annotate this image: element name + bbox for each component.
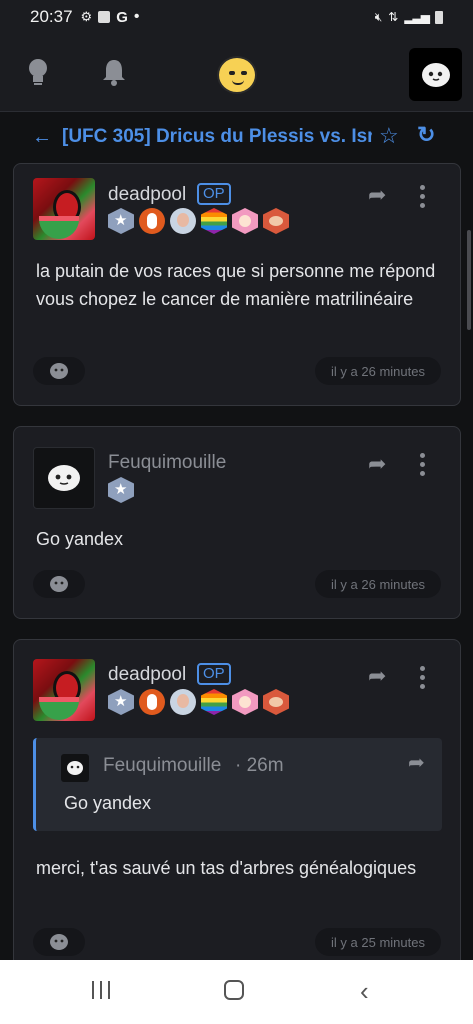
scrollbar[interactable] bbox=[467, 230, 471, 330]
reaction-button[interactable] bbox=[33, 570, 85, 598]
chicken-badge[interactable] bbox=[139, 689, 165, 715]
rainbow-badge[interactable] bbox=[201, 208, 227, 234]
more-options-icon[interactable] bbox=[420, 666, 426, 693]
post-content: Go yandex bbox=[36, 529, 124, 549]
bell-icon[interactable] bbox=[101, 58, 127, 91]
post-card: Feuquimouille ➦ Go yandex il y a 26 minu… bbox=[13, 426, 461, 619]
quote-text: Go yandex bbox=[64, 793, 152, 813]
more-options-icon[interactable] bbox=[420, 185, 426, 212]
rainbow-badge[interactable] bbox=[201, 689, 227, 715]
share-icon[interactable]: ➦ bbox=[368, 663, 386, 689]
post-content: la putain de vos races que si personne m… bbox=[36, 261, 436, 309]
avatar[interactable] bbox=[33, 659, 95, 721]
google-icon: G bbox=[116, 8, 128, 26]
post-timestamp: il y a 26 minutes bbox=[315, 357, 441, 385]
post-timestamp: il y a 25 minutes bbox=[315, 928, 441, 956]
system-nav-bar: ‹ bbox=[0, 960, 473, 1024]
old-man-badge[interactable] bbox=[170, 689, 196, 715]
face-badge[interactable] bbox=[263, 208, 289, 234]
quote-time: · 26m bbox=[235, 755, 284, 776]
share-icon[interactable]: ➦ bbox=[368, 451, 386, 477]
quoted-reply[interactable]: Feuquimouille · 26m ➦ Go yandex bbox=[33, 738, 442, 831]
signal-icon: ▂▃▅ bbox=[404, 10, 430, 24]
post-content: merci, t'as sauvé un tas d'arbres généal… bbox=[36, 858, 417, 878]
back-button[interactable]: ‹ bbox=[360, 976, 369, 1007]
face-badge[interactable] bbox=[263, 689, 289, 715]
status-bar: 20:37 ⚙ G • 🔇︎ ⇅ ▂▃▅ bbox=[0, 0, 473, 34]
home-button[interactable] bbox=[224, 980, 244, 1000]
refresh-icon[interactable]: ↻ bbox=[417, 122, 435, 148]
avatar[interactable] bbox=[33, 178, 95, 240]
share-icon[interactable]: ➦ bbox=[368, 182, 386, 208]
back-arrow-icon[interactable]: ← bbox=[32, 126, 52, 149]
gear-icon: ⚙ bbox=[80, 9, 93, 24]
chicken-badge[interactable] bbox=[139, 208, 165, 234]
battery-icon bbox=[435, 10, 443, 24]
dot-icon: • bbox=[133, 8, 140, 25]
post-author[interactable]: Feuquimouille bbox=[108, 452, 226, 474]
reaction-button[interactable] bbox=[33, 357, 85, 385]
post-card: deadpool OP ➦ Feuquimouille · 26m ➦ Go y… bbox=[13, 639, 461, 979]
op-badge: OP bbox=[197, 663, 231, 685]
badge-row bbox=[108, 689, 289, 715]
share-icon[interactable]: ➦ bbox=[408, 750, 425, 775]
op-badge: OP bbox=[197, 183, 231, 205]
baby-badge[interactable] bbox=[232, 208, 258, 234]
badge-row bbox=[108, 208, 289, 234]
post-author[interactable]: deadpool bbox=[108, 664, 186, 686]
post-card: deadpool OP ➦ la putain de vos races que… bbox=[13, 163, 461, 406]
star-icon[interactable]: ☆ bbox=[379, 123, 399, 149]
post-author[interactable]: deadpool bbox=[108, 184, 186, 206]
quote-author: Feuquimouille bbox=[103, 755, 222, 776]
recent-apps-button[interactable] bbox=[92, 981, 110, 999]
thread-title-bar: ← [UFC 305] Dricus du Plessis vs. Isr ☆ … bbox=[0, 113, 473, 161]
star-badge[interactable] bbox=[108, 689, 134, 715]
status-time: 20:37 bbox=[30, 7, 73, 26]
smiley-logo-icon[interactable] bbox=[217, 56, 257, 94]
data-arrows-icon: ⇅ bbox=[388, 10, 399, 24]
more-options-icon[interactable] bbox=[420, 453, 426, 480]
post-timestamp: il y a 26 minutes bbox=[315, 570, 441, 598]
star-badge[interactable] bbox=[108, 208, 134, 234]
reaction-button[interactable] bbox=[33, 928, 85, 956]
image-icon bbox=[98, 11, 111, 23]
old-man-badge[interactable] bbox=[170, 208, 196, 234]
user-avatar-icon[interactable] bbox=[409, 48, 462, 101]
badge-row bbox=[108, 477, 134, 503]
app-bar bbox=[0, 34, 473, 112]
quote-avatar bbox=[61, 754, 89, 782]
lightbulb-icon[interactable] bbox=[26, 58, 50, 91]
star-badge[interactable] bbox=[108, 477, 134, 503]
thread-title[interactable]: [UFC 305] Dricus du Plessis vs. Isr bbox=[62, 126, 372, 148]
avatar[interactable] bbox=[33, 447, 95, 509]
mute-icon: 🔇︎ bbox=[374, 9, 383, 24]
baby-badge[interactable] bbox=[232, 689, 258, 715]
